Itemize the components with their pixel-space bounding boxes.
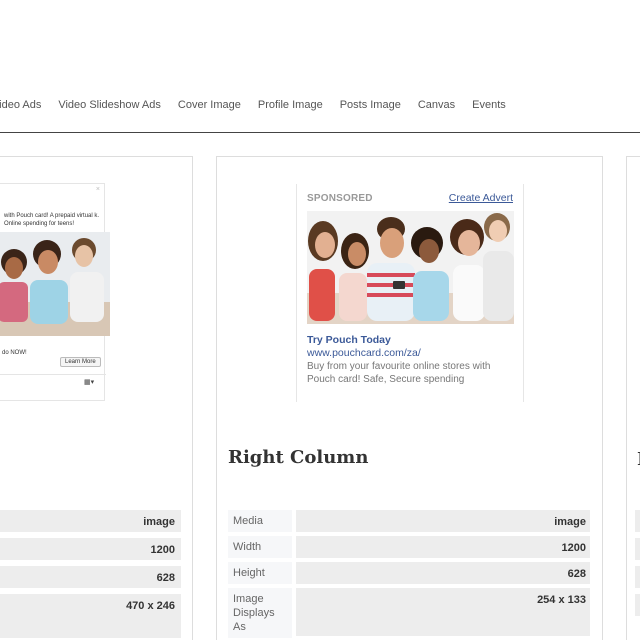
ad-format-card-right-column: SPONSORED Create Advert Try Pouch Today … [216,156,603,640]
right-column-ad-preview: SPONSORED Create Advert Try Pouch Today … [296,184,524,402]
nav-canvas[interactable]: Canvas [418,96,455,116]
spec-value: 628 [296,562,590,584]
spec-value: 1200 [0,538,181,560]
spec-value: 254 x 133 [296,588,590,636]
newsfeed-ad-preview: × with Pouch card! A prepaid virtual k. … [0,183,110,401]
spec-value [635,510,640,532]
nav-events[interactable]: Events [472,96,506,116]
spec-value: 470 x 246 [0,594,181,638]
spec-table: Media image Width 1200 Height 628 Image … [228,510,590,640]
spec-value [635,594,640,616]
nav-divider [0,132,640,133]
nav-posts-image[interactable]: Posts Image [340,96,401,116]
spec-value [635,566,640,588]
ad-headline[interactable]: Try Pouch Today [307,334,391,346]
spec-value: 628 [0,566,181,588]
spec-label: Height [228,562,292,584]
ad-body-text: with Pouch card! A prepaid virtual k. On… [4,213,100,227]
ad-image [307,211,514,324]
learn-more-button[interactable]: Learn More [60,357,101,367]
spec-row: Image Displays As 254 x 133 [228,588,590,638]
ad-image [0,232,110,336]
page-menu-icon[interactable]: ▦▾ [84,378,94,386]
ad-type-nav: Video Ads Video Slideshow Ads Cover Imag… [0,96,523,116]
spec-label: Media [228,510,292,532]
spec-value [635,538,640,560]
ad-cta-text: do NOW! [2,350,27,356]
spec-row: Media image [228,510,590,532]
ad-format-card-left: × with Pouch card! A prepaid virtual k. … [0,156,193,640]
spec-label: Image Displays As [228,588,292,638]
nav-cover-image[interactable]: Cover Image [178,96,241,116]
spec-row: Width 1200 [228,536,590,558]
spec-row: Height 628 [228,562,590,584]
section-title: Right Column [228,447,369,468]
close-icon[interactable]: × [96,186,100,193]
sponsored-label: SPONSORED [307,193,373,204]
spec-value: image [296,510,590,532]
nav-profile-image[interactable]: Profile Image [258,96,323,116]
ad-format-card-next: I [626,156,640,640]
ad-url[interactable]: www.pouchcard.com/za/ [307,347,421,359]
ad-divider [0,374,106,375]
left-spec-table: image 1200 628 470 x 246 [0,510,181,640]
create-advert-link[interactable]: Create Advert [449,192,513,204]
spec-label: Width [228,536,292,558]
nav-video-slideshow-ads[interactable]: Video Slideshow Ads [58,96,161,116]
spec-value: image [0,510,181,532]
nav-video-ads[interactable]: Video Ads [0,96,41,116]
ad-description: Buy from your favourite online stores wi… [307,361,491,385]
spec-value: 1200 [296,536,590,558]
